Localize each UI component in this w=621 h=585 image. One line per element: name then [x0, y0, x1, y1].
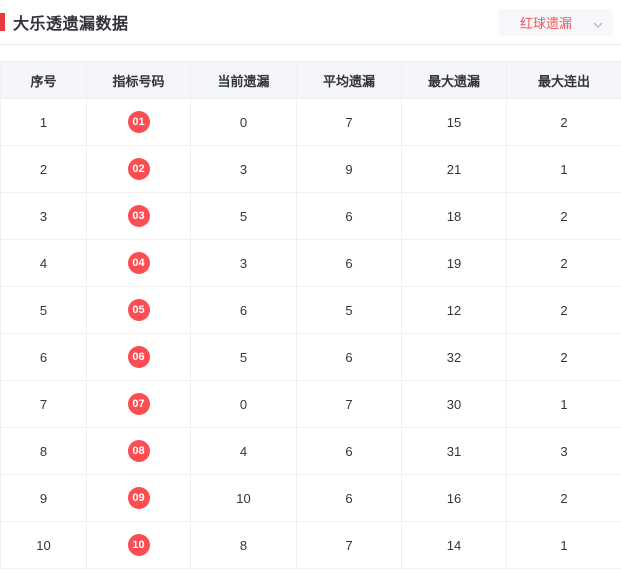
cell-max-omission: 21 — [401, 145, 507, 193]
table-row: 6 06 5 6 32 2 — [0, 333, 621, 381]
ball-number-badge: 08 — [127, 440, 150, 462]
cell-max-consecutive: 2 — [506, 192, 621, 240]
cell-max-consecutive: 2 — [506, 333, 621, 381]
table-row: 3 03 5 6 18 2 — [0, 192, 621, 240]
cell-index: 7 — [0, 380, 87, 428]
cell-max-consecutive: 1 — [506, 521, 621, 569]
table-row: 5 05 6 5 12 2 — [0, 286, 621, 334]
cell-current-omission: 10 — [190, 474, 297, 522]
column-header-max-consecutive: 最大连出 — [506, 61, 621, 99]
chevron-down-icon — [593, 17, 603, 28]
cell-index: 2 — [0, 145, 87, 193]
ball-number-badge: 07 — [127, 393, 150, 415]
cell-max-omission: 12 — [401, 286, 507, 334]
cell-max-omission: 14 — [401, 521, 507, 569]
cell-max-consecutive: 1 — [506, 145, 621, 193]
topbar: 大乐透遗漏数据 红球遗漏 — [0, 0, 621, 45]
cell-current-omission: 8 — [190, 521, 297, 569]
column-header-index: 序号 — [0, 61, 87, 99]
cell-average-omission: 7 — [296, 521, 402, 569]
cell-index: 4 — [0, 239, 87, 287]
cell-current-omission: 0 — [190, 98, 297, 146]
cell-max-omission: 18 — [401, 192, 507, 240]
title-accent-bar — [0, 13, 5, 31]
cell-average-omission: 6 — [296, 333, 402, 381]
cell-index: 10 — [0, 521, 87, 569]
cell-current-omission: 5 — [190, 333, 297, 381]
cell-average-omission: 6 — [296, 427, 402, 475]
cell-ball-number: 09 — [86, 474, 191, 522]
table-header-row: 序号 指标号码 当前遗漏 平均遗漏 最大遗漏 最大连出 — [0, 61, 621, 99]
table-row: 10 10 8 7 14 1 — [0, 521, 621, 569]
cell-current-omission: 3 — [190, 239, 297, 287]
cell-ball-number: 03 — [86, 192, 191, 240]
cell-max-omission: 15 — [401, 98, 507, 146]
cell-max-omission: 30 — [401, 380, 507, 428]
table-row: 4 04 3 6 19 2 — [0, 239, 621, 287]
cell-average-omission: 7 — [296, 380, 402, 428]
cell-index: 9 — [0, 474, 87, 522]
column-header-average-omission: 平均遗漏 — [296, 61, 402, 99]
cell-index: 8 — [0, 427, 87, 475]
cell-max-consecutive: 3 — [506, 427, 621, 475]
cell-max-omission: 32 — [401, 333, 507, 381]
cell-average-omission: 6 — [296, 192, 402, 240]
cell-max-omission: 16 — [401, 474, 507, 522]
ball-number-badge: 05 — [127, 299, 150, 321]
column-header-current-omission: 当前遗漏 — [190, 61, 297, 99]
ball-number-badge: 02 — [127, 158, 150, 180]
omission-table: 序号 指标号码 当前遗漏 平均遗漏 最大遗漏 最大连出 1 01 0 7 15 2 2 02 3 9 21 1 3… — [0, 61, 621, 569]
ball-number-badge: 09 — [127, 487, 150, 509]
page-title: 大乐透遗漏数据 — [13, 16, 129, 33]
cell-max-consecutive: 2 — [506, 474, 621, 522]
title-wrap: 大乐透遗漏数据 — [0, 10, 129, 34]
ball-number-badge: 01 — [127, 111, 150, 133]
table-row: 8 08 4 6 31 3 — [0, 427, 621, 475]
cell-current-omission: 0 — [190, 380, 297, 428]
cell-ball-number: 10 — [86, 521, 191, 569]
cell-index: 1 — [0, 98, 87, 146]
cell-index: 3 — [0, 192, 87, 240]
cell-ball-number: 06 — [86, 333, 191, 381]
cell-ball-number: 02 — [86, 145, 191, 193]
cell-ball-number: 05 — [86, 286, 191, 334]
cell-ball-number: 01 — [86, 98, 191, 146]
cell-average-omission: 6 — [296, 474, 402, 522]
table-row: 7 07 0 7 30 1 — [0, 380, 621, 428]
omission-table-wrap: 序号 指标号码 当前遗漏 平均遗漏 最大遗漏 最大连出 1 01 0 7 15 2 2 02 3 9 21 1 3… — [0, 61, 621, 569]
cell-ball-number: 07 — [86, 380, 191, 428]
column-header-max-omission: 最大遗漏 — [401, 61, 507, 99]
table-row: 9 09 10 6 16 2 — [0, 474, 621, 522]
cell-max-consecutive: 2 — [506, 286, 621, 334]
cell-max-consecutive: 1 — [506, 380, 621, 428]
cell-max-consecutive: 2 — [506, 98, 621, 146]
ball-number-badge: 06 — [127, 346, 150, 368]
table-row: 2 02 3 9 21 1 — [0, 145, 621, 193]
cell-max-omission: 19 — [401, 239, 507, 287]
cell-ball-number: 08 — [86, 427, 191, 475]
cell-max-omission: 31 — [401, 427, 507, 475]
ball-number-badge: 04 — [127, 252, 150, 274]
column-header-ball-number: 指标号码 — [86, 61, 191, 99]
cell-current-omission: 4 — [190, 427, 297, 475]
ball-type-select[interactable]: 红球遗漏 — [498, 8, 613, 36]
cell-average-omission: 6 — [296, 239, 402, 287]
table-row: 1 01 0 7 15 2 — [0, 98, 621, 146]
cell-max-consecutive: 2 — [506, 239, 621, 287]
cell-ball-number: 04 — [86, 239, 191, 287]
ball-number-badge: 03 — [127, 205, 150, 227]
cell-index: 5 — [0, 286, 87, 334]
cell-average-omission: 7 — [296, 98, 402, 146]
cell-current-omission: 6 — [190, 286, 297, 334]
cell-average-omission: 9 — [296, 145, 402, 193]
cell-index: 6 — [0, 333, 87, 381]
ball-number-badge: 10 — [127, 534, 150, 556]
cell-average-omission: 5 — [296, 286, 402, 334]
cell-current-omission: 5 — [190, 192, 297, 240]
ball-type-selected-label: 红球遗漏 — [520, 15, 573, 31]
cell-current-omission: 3 — [190, 145, 297, 193]
